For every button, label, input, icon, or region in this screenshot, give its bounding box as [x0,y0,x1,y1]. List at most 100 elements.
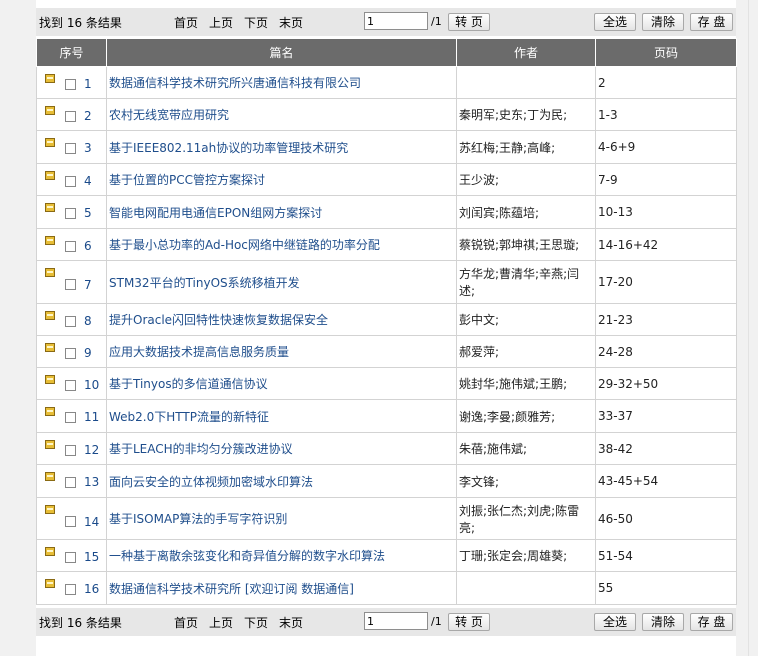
row-select-cell: 7 [36,260,107,304]
folder-icon[interactable] [45,268,55,277]
results-panel: 找到 16 条结果 首页 上页 下页 末页 /1 转 页 全选 清除 存 盘 序… [36,0,737,656]
clear-button[interactable]: 清除 [642,613,684,631]
article-title-link[interactable]: 数据通信科学技术研究所 [欢迎订阅 数据通信] [106,571,457,605]
article-pages: 43-45+54 [595,464,737,498]
row-checkbox[interactable] [65,241,76,252]
row-checkbox[interactable] [65,348,76,359]
row-checkbox[interactable] [65,552,76,563]
article-pages: 17-20 [595,260,737,304]
row-select-cell: 2 [36,98,107,131]
row-select-cell: 8 [36,303,107,336]
folder-icon[interactable] [45,236,55,245]
article-title-link[interactable]: STM32平台的TinyOS系统移植开发 [106,260,457,304]
last-page-link[interactable]: 末页 [279,14,303,31]
article-title-link[interactable]: 基于IEEE802.11ah协议的功率管理技术研究 [106,130,457,164]
folder-icon[interactable] [45,472,55,481]
table-row: 4 基于位置的PCC管控方案探讨 王少波; 7-9 [36,163,737,196]
row-number: 8 [84,314,92,328]
row-select-cell: 11 [36,399,107,433]
row-select-cell: 15 [36,539,107,572]
row-checkbox[interactable] [65,176,76,187]
article-title-link[interactable]: Web2.0下HTTP流量的新特征 [106,399,457,433]
first-page-link[interactable]: 首页 [174,14,198,31]
result-count: 找到 16 条结果 [39,616,122,630]
article-title-link[interactable]: 智能电网配用电通信EPON组网方案探讨 [106,195,457,229]
row-checkbox[interactable] [65,380,76,391]
row-checkbox[interactable] [65,79,76,90]
article-title-link[interactable]: 基于ISOMAP算法的手写字符识别 [106,497,457,540]
folder-icon[interactable] [45,407,55,416]
article-pages: 33-37 [595,399,737,433]
row-checkbox[interactable] [65,208,76,219]
article-pages: 55 [595,571,737,605]
row-select-cell: 9 [36,335,107,368]
scrollbar-track[interactable] [748,0,749,656]
clear-button[interactable]: 清除 [642,13,684,31]
folder-icon[interactable] [45,138,55,147]
article-authors [456,66,596,99]
article-pages: 14-16+42 [595,228,737,261]
save-button[interactable]: 存 盘 [690,613,733,631]
folder-icon[interactable] [45,375,55,384]
prev-page-link[interactable]: 上页 [209,14,233,31]
folder-icon[interactable] [45,311,55,320]
article-authors [456,571,596,605]
article-authors: 李文锋; [456,464,596,498]
article-title-link[interactable]: 基于LEACH的非均匀分簇改进协议 [106,432,457,465]
folder-icon[interactable] [45,74,55,83]
row-checkbox[interactable] [65,111,76,122]
folder-icon[interactable] [45,343,55,352]
go-page-button[interactable]: 转 页 [448,613,490,631]
header-title: 篇名 [106,38,457,67]
pager-bar-bottom: 找到 16 条结果 首页 上页 下页 末页 /1 转 页 全选 清除 存 盘 [36,608,736,636]
page-number-input[interactable] [364,612,428,630]
article-pages: 46-50 [595,497,737,540]
article-title-link[interactable]: 农村无线宽带应用研究 [106,98,457,131]
first-page-link[interactable]: 首页 [174,614,198,631]
article-pages: 10-13 [595,195,737,229]
article-title-link[interactable]: 数据通信科学技术研究所兴唐通信科技有限公司 [106,66,457,99]
next-page-link[interactable]: 下页 [244,614,268,631]
row-checkbox[interactable] [65,279,76,290]
folder-icon[interactable] [45,547,55,556]
select-all-button[interactable]: 全选 [594,613,636,631]
article-pages: 29-32+50 [595,367,737,400]
article-title-link[interactable]: 基于最小总功率的Ad-Hoc网络中继链路的功率分配 [106,228,457,261]
row-checkbox[interactable] [65,584,76,595]
row-checkbox[interactable] [65,445,76,456]
folder-icon[interactable] [45,440,55,449]
table-row: 14 基于ISOMAP算法的手写字符识别 刘振;张仁杰;刘虎;陈雷亮; 46-50 [36,497,737,540]
row-checkbox[interactable] [65,412,76,423]
row-select-cell: 12 [36,432,107,465]
go-page-button[interactable]: 转 页 [448,13,490,31]
prev-page-link[interactable]: 上页 [209,614,233,631]
article-title-link[interactable]: 面向云安全的立体视频加密域水印算法 [106,464,457,498]
page-number-input[interactable] [364,12,428,30]
select-all-button[interactable]: 全选 [594,13,636,31]
article-title-link[interactable]: 应用大数据技术提高信息服务质量 [106,335,457,368]
folder-icon[interactable] [45,106,55,115]
folder-icon[interactable] [45,579,55,588]
article-authors: 郝爱萍; [456,335,596,368]
row-number: 1 [84,77,92,91]
row-checkbox[interactable] [65,516,76,527]
article-title-link[interactable]: 提升Oracle闪回特性快速恢复数据保安全 [106,303,457,336]
next-page-link[interactable]: 下页 [244,14,268,31]
last-page-link[interactable]: 末页 [279,614,303,631]
left-gutter [0,0,36,656]
row-checkbox[interactable] [65,143,76,154]
folder-icon[interactable] [45,203,55,212]
article-title-link[interactable]: 基于Tinyos的多信道通信协议 [106,367,457,400]
row-checkbox[interactable] [65,477,76,488]
row-number: 12 [84,443,100,457]
article-title-link[interactable]: 基于位置的PCC管控方案探讨 [106,163,457,196]
save-button[interactable]: 存 盘 [690,13,733,31]
article-pages: 4-6+9 [595,130,737,164]
table-row: 9 应用大数据技术提高信息服务质量 郝爱萍; 24-28 [36,335,737,368]
folder-icon[interactable] [45,505,55,514]
table-row: 15 一种基于离散余弦变化和奇异值分解的数字水印算法 丁珊;张定会;周雄葵; 51-5… [36,539,737,572]
row-checkbox[interactable] [65,316,76,327]
article-title-link[interactable]: 一种基于离散余弦变化和奇异值分解的数字水印算法 [106,539,457,572]
article-pages: 21-23 [595,303,737,336]
folder-icon[interactable] [45,171,55,180]
